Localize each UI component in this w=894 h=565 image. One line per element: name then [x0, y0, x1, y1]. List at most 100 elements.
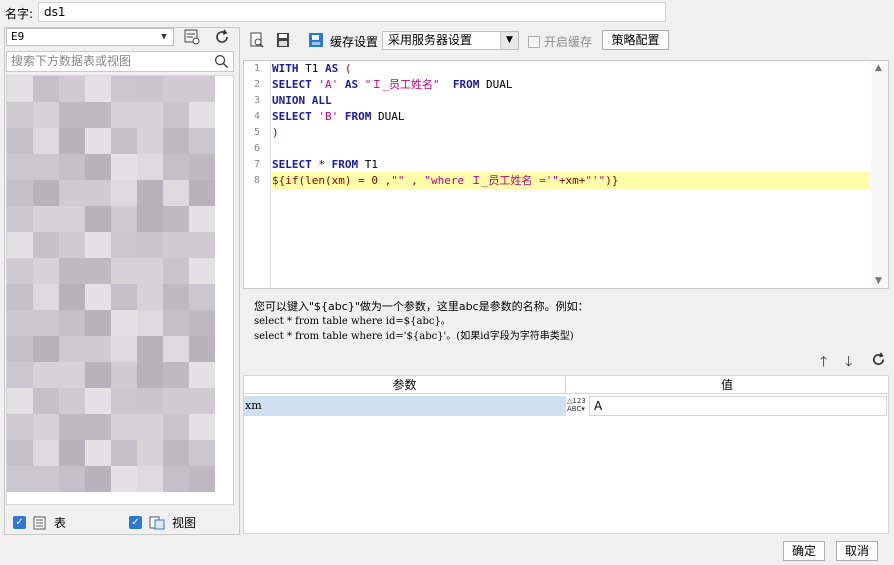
sql-token: +xm+ [558, 174, 586, 187]
line-number: 4 [253, 111, 260, 122]
sql-token: ${if(len(xm) = 0 , [272, 174, 392, 187]
value-column-header: 值 [566, 376, 888, 394]
sql-token: ) [272, 126, 279, 139]
scroll-up-icon[interactable]: ▲ [875, 63, 882, 73]
refresh-params-button[interactable] [871, 352, 886, 370]
enable-cache-label: 开启缓存 [544, 35, 593, 49]
save-icon [277, 33, 289, 47]
sql-line-1: WITH T1 AS ( [272, 61, 352, 77]
sql-token: * [311, 158, 332, 171]
param-value-input[interactable]: A [589, 396, 887, 416]
view-checkbox-group[interactable]: ✓ 视图 [129, 514, 196, 531]
search-icon[interactable] [214, 54, 229, 69]
sql-line-2: SELECT 'A' AS "Ｉ_员工姓名" FROM DUAL [272, 77, 513, 93]
table-checkbox-label: 表 [54, 516, 67, 530]
sql-token: ( [338, 62, 352, 75]
save-sql-button[interactable] [272, 30, 294, 50]
preview-icon [250, 32, 264, 48]
sql-token: "where Ｉ_员工姓名 ='" [424, 174, 559, 187]
sql-line-4: SELECT 'B' FROM DUAL [272, 109, 405, 125]
table-search-input[interactable]: 搜索下方数据表或视图 [6, 51, 234, 72]
sql-token: FROM [344, 110, 372, 123]
preview-button[interactable] [246, 30, 268, 50]
sql-token: DUAL [371, 110, 405, 123]
line-number: 2 [253, 79, 260, 90]
cache-mode-value: 采用服务器设置 [388, 33, 473, 47]
sql-line-8: ${if(len(xm) = 0 ,"" , "where Ｉ_员工姓名 ='"… [272, 173, 618, 189]
cache-icon [309, 33, 323, 47]
sql-token: SELECT [272, 110, 312, 123]
name-input[interactable]: ds1 [38, 2, 666, 22]
line-number: 6 [253, 143, 260, 154]
move-down-icon[interactable]: 🡓 [845, 351, 852, 375]
table-icon [33, 516, 46, 529]
sql-token: SELECT [272, 158, 312, 171]
editor-scrollbar[interactable]: ▲ ▼ [871, 61, 888, 288]
cache-settings-label: 缓存设置 [330, 35, 379, 49]
line-number: 5 [253, 127, 260, 138]
param-name-cell[interactable]: xm [244, 396, 566, 416]
chevron-down-icon: ▼ [161, 32, 167, 42]
database-select[interactable]: E9 ▼ [6, 28, 174, 46]
scroll-down-icon[interactable]: ▼ [875, 276, 882, 286]
table-tree[interactable] [6, 75, 234, 505]
sql-token: "" [391, 174, 405, 187]
table-checkbox[interactable]: ✓ [13, 516, 26, 529]
sql-editor[interactable]: 1 2 3 4 5 6 7 8 WITH T1 AS ( SELECT 'A' … [243, 60, 889, 289]
search-placeholder: 搜索下方数据表或视图 [11, 54, 132, 68]
sql-line-7: SELECT * FROM T1 [272, 157, 378, 173]
name-label: 名字: [5, 7, 34, 21]
cache-mode-select[interactable]: 采用服务器设置 ▼ [382, 31, 519, 50]
sql-token: DUAL [479, 78, 513, 91]
help-line-2: select * from table where id=${abc}。 [254, 316, 451, 327]
refresh-icon [216, 29, 228, 43]
blurred-table-list [7, 76, 217, 501]
line-number: 8 [253, 175, 260, 186]
line-number: 7 [253, 159, 260, 170]
view-icon [149, 516, 165, 529]
param-column-header: 参数 [244, 376, 566, 394]
refresh-icon [872, 352, 885, 366]
sql-token: 'A' [318, 78, 339, 91]
move-up-icon[interactable]: 🡑 [820, 351, 827, 375]
chevron-down-icon: ▼ [500, 32, 518, 49]
sql-token: T1 [298, 62, 325, 75]
sql-token: SELECT [272, 78, 312, 91]
line-number-gutter: 1 2 3 4 5 6 7 8 [244, 61, 271, 288]
sql-token: , [404, 174, 425, 187]
sql-token: 'B' [318, 110, 339, 123]
sql-token: "Ｉ_员工姓名" [364, 78, 440, 91]
connection-settings-button[interactable] [181, 27, 203, 47]
table-checkbox-group[interactable]: ✓ 表 [13, 514, 66, 531]
sql-line-5: ) [272, 125, 279, 141]
enable-cache-checkbox[interactable]: 开启缓存 [528, 33, 592, 50]
sql-token: AS [325, 62, 339, 75]
help-line-1: 您可以键入"${abc}"做为一个参数，这里abc是参数的名称。例如： [254, 300, 589, 313]
refresh-button[interactable] [211, 27, 233, 47]
sql-token: AS [344, 78, 359, 91]
line-number: 3 [253, 95, 260, 106]
parameter-table: 参数 值 xm △123 ABC▾ A [243, 375, 889, 534]
sql-token: FROM [452, 78, 480, 91]
db-settings-icon [184, 29, 200, 45]
sql-token: )} [605, 174, 619, 187]
ok-button[interactable]: 确定 [783, 541, 825, 561]
sql-token: T1 [358, 158, 378, 171]
sql-token: WITH [272, 62, 299, 75]
sql-token: UNION ALL [272, 94, 332, 107]
sql-token: "'" [585, 174, 606, 187]
sql-token: FROM [331, 158, 359, 171]
strategy-config-button[interactable]: 策略配置 [602, 30, 669, 50]
cancel-button[interactable]: 取消 [836, 541, 878, 561]
cache-settings-button[interactable] [305, 30, 327, 50]
view-checkbox-label: 视图 [172, 516, 197, 530]
database-select-value: E9 [11, 30, 25, 43]
enable-cache-box[interactable] [528, 35, 540, 48]
sql-line-3: UNION ALL [272, 93, 332, 109]
help-line-3: select * from table where id='${abc}'。(如… [254, 331, 574, 342]
parameter-help: 您可以键入"${abc}"做为一个参数，这里abc是参数的名称。例如： sele… [254, 299, 874, 344]
table-row[interactable]: xm △123 ABC▾ A [244, 396, 890, 416]
line-number: 1 [253, 63, 260, 74]
view-checkbox[interactable]: ✓ [129, 516, 142, 529]
type-abc-icon[interactable]: △123 ABC▾ [567, 397, 587, 415]
